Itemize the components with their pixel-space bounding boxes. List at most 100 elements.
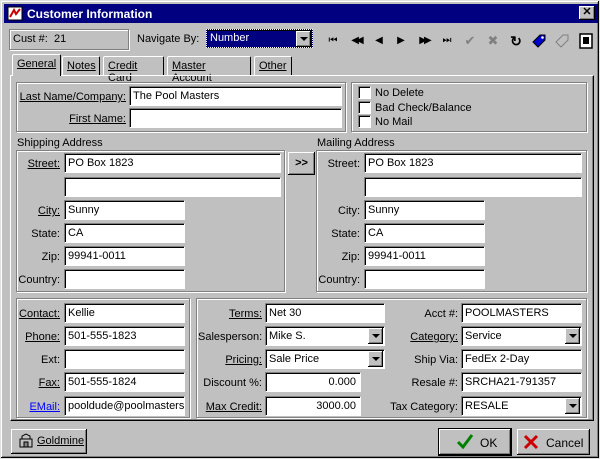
shipping-city-input[interactable]: Sunny — [64, 200, 185, 220]
window-title: Customer Information — [27, 7, 153, 21]
previous-page-button[interactable]: ◀◀ — [346, 32, 366, 50]
tab-credit-card[interactable]: Credit Card — [103, 56, 164, 84]
shipping-street-label: Street: — [27, 158, 60, 170]
shipping-zip-label: Zip: — [41, 251, 60, 263]
print-button[interactable] — [576, 32, 596, 50]
navigate-by-select[interactable]: Number — [206, 29, 313, 48]
previous-page-icon: ◀◀ — [351, 35, 364, 46]
shipping-city-label: City: — [38, 205, 60, 217]
no-mail-checkbox[interactable] — [358, 115, 371, 128]
customer-information-window: Customer Information ✕ Cust #: 21 Naviga… — [0, 0, 600, 459]
refresh-button[interactable]: ↻ — [506, 32, 526, 50]
salesperson-select[interactable]: Mike S. — [265, 326, 385, 346]
first-record-button[interactable]: ⏮ — [323, 32, 343, 50]
next-record-button[interactable]: ▶ — [391, 32, 411, 50]
mailing-country-label: Country: — [318, 274, 360, 286]
chevron-down-icon[interactable] — [565, 398, 580, 414]
shipping-country-input[interactable] — [64, 269, 185, 289]
salesperson-label: Salesperson: — [198, 331, 263, 343]
first-name-label: First Name: — [69, 113, 126, 125]
contact-label: Contact: — [19, 308, 60, 320]
tab-general[interactable]: General — [12, 54, 61, 76]
next-page-button[interactable]: ▶▶ — [414, 32, 434, 50]
document-icon — [579, 33, 593, 49]
close-button[interactable]: ✕ — [579, 6, 595, 20]
ok-label: OK — [480, 436, 498, 450]
cust-number-box — [9, 29, 129, 50]
cancel-x-icon — [523, 434, 539, 450]
chevron-down-icon[interactable] — [296, 31, 311, 47]
next-record-icon: ▶ — [397, 35, 405, 46]
last-record-icon: ⏭ — [442, 35, 452, 46]
mailing-address-title: Mailing Address — [317, 137, 395, 149]
accept-button[interactable]: ✔ — [460, 32, 480, 50]
ship-via-input[interactable]: FedEx 2-Day — [461, 349, 582, 369]
copy-address-button[interactable]: >> — [288, 152, 315, 175]
tax-category-select[interactable]: RESALE — [461, 396, 582, 416]
tab-master-account[interactable]: Master Account — [167, 56, 251, 84]
previous-record-button[interactable]: ◀ — [369, 32, 389, 50]
mailing-state-input[interactable]: CA — [364, 223, 485, 243]
mailing-street1-input[interactable]: PO Box 1823 — [364, 153, 582, 173]
mailing-city-input[interactable]: Sunny — [364, 200, 485, 220]
mailing-street-label: Street: — [327, 158, 360, 170]
mailing-zip-input[interactable]: 99941-0011 — [364, 246, 485, 266]
title-bar[interactable]: Customer Information ✕ — [4, 4, 598, 23]
shipping-street1-input[interactable]: PO Box 1823 — [64, 153, 281, 173]
tax-category-value: RESALE — [465, 400, 509, 412]
category-value: Service — [465, 330, 502, 342]
pricing-value: Sale Price — [269, 353, 320, 365]
tab-notes[interactable]: Notes — [62, 56, 100, 75]
resale-number-input[interactable]: SRCHA21-791357 — [461, 372, 582, 392]
fax-input[interactable]: 501-555-1824 — [64, 372, 185, 392]
discount-label: Discount %: — [203, 377, 262, 389]
email-input[interactable]: pooldude@poolmasters. — [64, 396, 185, 416]
first-record-icon: ⏮ — [328, 35, 338, 46]
cancel-button[interactable]: Cancel — [517, 429, 590, 455]
ok-button[interactable]: OK — [439, 429, 511, 455]
ext-label: Ext: — [41, 354, 60, 366]
acct-number-label: Acct #: — [424, 308, 458, 320]
shipping-state-input[interactable]: CA — [64, 223, 185, 243]
phone-input[interactable]: 501-555-1823 — [64, 326, 185, 346]
last-record-button[interactable]: ⏭ — [437, 32, 457, 50]
last-name-input[interactable]: The Pool Masters — [129, 86, 342, 106]
chevron-down-icon[interactable] — [368, 328, 383, 344]
refresh-icon: ↻ — [510, 33, 522, 49]
shipping-street2-input[interactable] — [64, 177, 281, 197]
previous-record-icon: ◀ — [375, 35, 383, 46]
terms-input[interactable]: Net 30 — [265, 303, 385, 323]
tag-clear-button[interactable] — [552, 32, 572, 50]
resale-number-label: Resale #: — [411, 377, 458, 389]
no-delete-checkbox[interactable] — [358, 86, 371, 99]
shipping-country-label: Country: — [18, 274, 60, 286]
acct-number-input[interactable]: POOLMASTERS — [461, 303, 582, 323]
goldmine-button[interactable]: Goldmine — [11, 429, 87, 454]
next-page-icon: ▶▶ — [419, 35, 432, 46]
tab-other[interactable]: Other — [254, 56, 292, 75]
salesperson-value: Mike S. — [269, 330, 306, 342]
max-credit-input[interactable]: 3000.00 — [265, 396, 361, 416]
max-credit-label: Max Credit: — [205, 401, 262, 413]
category-select[interactable]: Service — [461, 326, 582, 346]
mailing-state-label: State: — [331, 228, 360, 240]
tax-category-label: Tax Category: — [390, 401, 458, 413]
chevron-down-icon[interactable] — [368, 351, 383, 367]
mailing-street2-input[interactable] — [364, 177, 582, 197]
ext-input[interactable] — [64, 349, 185, 369]
cancel-x-icon: ✖ — [487, 33, 499, 48]
first-name-input[interactable] — [129, 108, 342, 128]
email-link[interactable]: EMail: — [18, 401, 60, 413]
goldmine-icon — [19, 433, 33, 448]
discount-input[interactable]: 0.000 — [265, 372, 361, 392]
contact-input[interactable]: Kellie — [64, 303, 185, 323]
chevron-down-icon[interactable] — [565, 328, 580, 344]
tag-button[interactable] — [529, 32, 549, 50]
shipping-zip-input[interactable]: 99941-0011 — [64, 246, 185, 266]
cancel-edit-button[interactable]: ✖ — [483, 32, 503, 50]
bad-check-checkbox[interactable] — [358, 101, 371, 114]
pricing-select[interactable]: Sale Price — [265, 349, 385, 369]
navigate-by-label: Navigate By: — [137, 33, 200, 45]
mailing-country-input[interactable] — [364, 269, 485, 289]
cancel-label: Cancel — [546, 436, 584, 450]
